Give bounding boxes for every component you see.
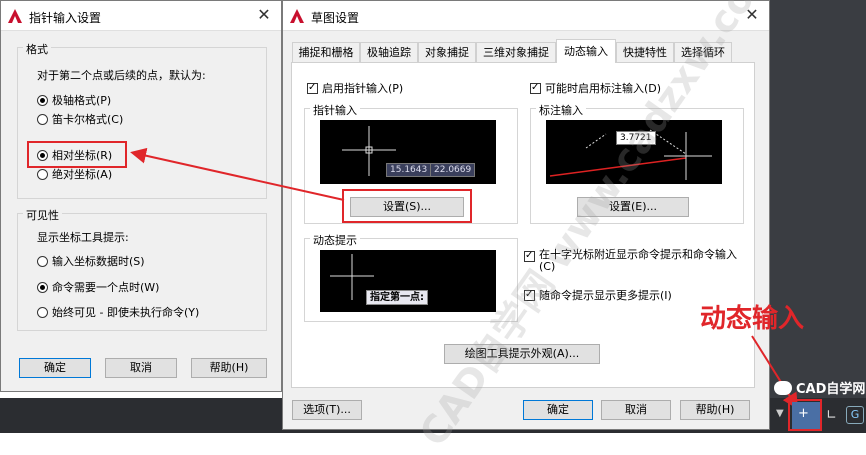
highlight-dynamic-input-toggle xyxy=(788,399,822,431)
wechat-icon xyxy=(774,380,792,395)
brand-badge-text: CAD自学网 xyxy=(796,382,866,397)
arrow-to-relative xyxy=(130,147,345,201)
dropdown-arrow-icon[interactable]: ▼ xyxy=(776,408,784,419)
brand-badge: CAD自学网 xyxy=(774,378,865,397)
tab-dynamic-input[interactable]: 动态输入 xyxy=(556,39,616,63)
annotation-arrows xyxy=(130,147,799,410)
ortho-icon[interactable]: ∟ xyxy=(826,408,837,423)
polar-icon[interactable]: G xyxy=(846,406,864,424)
annotation-label: 动态输入 xyxy=(700,304,805,334)
